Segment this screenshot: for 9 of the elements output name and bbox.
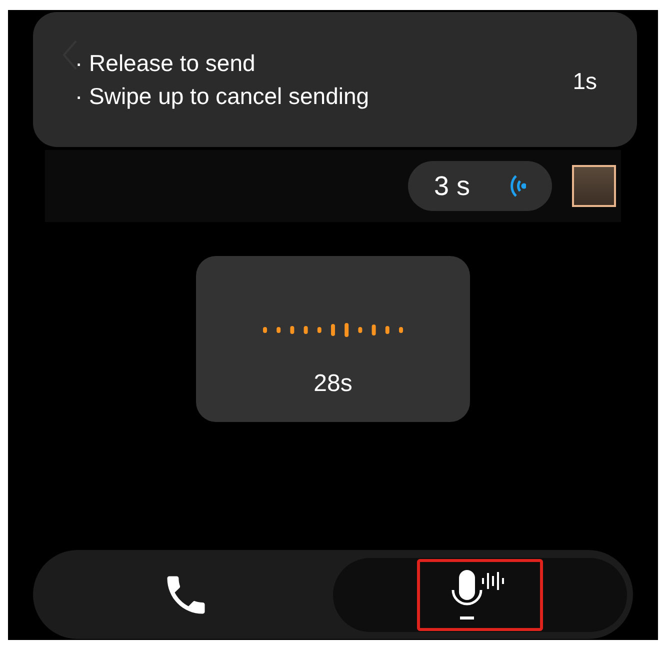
toast-duration: 1s xyxy=(572,67,597,96)
voice-button[interactable] xyxy=(417,558,543,630)
sound-wave-icon xyxy=(508,174,526,198)
avatar xyxy=(572,165,616,207)
recording-time: 28s xyxy=(314,369,352,399)
hint-text: · Swipe up to cancel sending xyxy=(75,82,370,111)
hint-text: · Release to send xyxy=(75,48,256,78)
voice-message-bubble[interactable]: 3 s xyxy=(408,161,552,211)
voice-message-duration: 3 s xyxy=(434,170,470,203)
